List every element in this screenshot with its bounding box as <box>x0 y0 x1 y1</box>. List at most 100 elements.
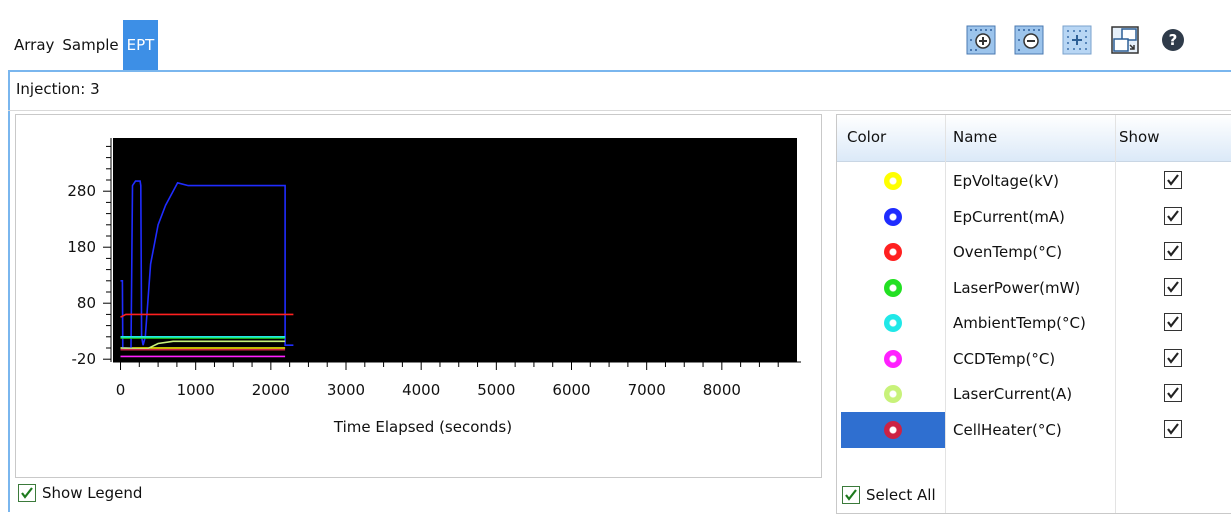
series-color-swatch <box>884 207 902 226</box>
legend-row[interactable]: CCDTemp(°C) <box>837 341 1231 377</box>
x-tick-label: 2000 <box>252 381 290 399</box>
check-icon <box>1167 245 1179 257</box>
series-color-swatch <box>884 349 902 368</box>
ept-chart: 0 1000 2000 3000 4000 5000 6000 7000 8000 -20 80 18… <box>67 138 801 436</box>
series-name: AmbientTemp(°C) <box>953 314 1086 332</box>
top-bar: Array Sample EPT ? <box>0 0 1231 70</box>
color-cell[interactable] <box>841 411 945 448</box>
color-cell[interactable] <box>841 376 945 412</box>
y-tick-label: 80 <box>77 294 96 312</box>
legend-panel: Color Name Show EpVoltage(kV) EpCurrent(m… <box>836 114 1231 514</box>
series-color-swatch <box>884 278 902 297</box>
select-all-label: Select All <box>866 486 936 504</box>
legend-row[interactable]: EpVoltage(kV) <box>837 163 1231 199</box>
legend-row[interactable]: LaserPower(mW) <box>837 270 1231 306</box>
x-axis-label: Time Elapsed (seconds) <box>333 418 512 436</box>
checkbox-box[interactable] <box>1164 242 1182 260</box>
check-icon <box>1167 209 1179 222</box>
color-cell[interactable] <box>841 305 945 341</box>
divider <box>8 110 1231 111</box>
legend-table-header: Color Name Show <box>837 115 1231 162</box>
help-button[interactable]: ? <box>1155 22 1191 58</box>
chart-panel: 0 1000 2000 3000 4000 5000 6000 7000 8000 -20 80 18… <box>15 114 822 478</box>
checkbox-box[interactable] <box>1164 313 1182 331</box>
legend-row[interactable]: AmbientTemp(°C) <box>837 305 1231 341</box>
checkbox-box[interactable] <box>1164 206 1182 225</box>
legend-row[interactable]: OvenTemp(°C) <box>837 234 1231 270</box>
series-show-checkbox[interactable] <box>1164 313 1182 331</box>
checkbox-box[interactable] <box>1164 384 1182 402</box>
plot-area <box>113 138 797 362</box>
tab-sample[interactable]: Sample <box>58 20 122 70</box>
series-name: LaserPower(mW) <box>953 278 1081 297</box>
series-show-checkbox[interactable] <box>1164 242 1182 260</box>
check-icon <box>1167 280 1179 293</box>
series-color-swatch <box>884 172 902 190</box>
fit-view-button[interactable] <box>1059 22 1095 58</box>
restore-window-button[interactable] <box>1107 22 1143 58</box>
x-tick-label: 6000 <box>552 381 590 399</box>
series-show-checkbox[interactable] <box>1164 277 1182 296</box>
series-name: CellHeater(°C) <box>953 420 1062 439</box>
zoom-out-button[interactable] <box>1011 22 1047 58</box>
help-icon: ? <box>1162 29 1184 51</box>
show-legend-label: Show Legend <box>42 484 143 502</box>
series-show-checkbox[interactable] <box>1164 384 1182 402</box>
series-show-checkbox[interactable] <box>1164 171 1182 189</box>
check-icon <box>1167 316 1179 328</box>
check-icon <box>1167 422 1179 435</box>
series-name: EpCurrent(mA) <box>953 207 1065 226</box>
checkbox-box[interactable] <box>1164 171 1182 189</box>
show-legend-checkbox[interactable] <box>18 484 36 502</box>
series-color-swatch <box>884 314 902 332</box>
legend-row[interactable]: CellHeater(°C) <box>837 411 1231 448</box>
check-icon <box>21 487 33 499</box>
checkbox-box[interactable] <box>1164 419 1182 438</box>
fit-view-icon <box>1062 25 1092 55</box>
series-name: EpVoltage(kV) <box>953 172 1059 190</box>
series-show-checkbox[interactable] <box>1164 419 1182 438</box>
color-column-header[interactable]: Color <box>847 128 886 146</box>
y-tick-label: 280 <box>67 182 96 200</box>
check-icon <box>1167 174 1179 186</box>
zoom-out-icon <box>1014 25 1044 55</box>
select-all-checkbox[interactable] <box>842 486 860 504</box>
color-cell[interactable] <box>841 341 945 377</box>
tab-ept[interactable]: EPT <box>122 20 159 70</box>
x-tick-label: 1000 <box>177 381 215 399</box>
toolbar: ? <box>963 20 1191 60</box>
x-tick-label: 4000 <box>402 381 440 399</box>
color-cell[interactable] <box>841 163 945 199</box>
name-column-header[interactable]: Name <box>953 128 997 146</box>
zoom-in-icon <box>966 25 996 55</box>
y-tick-label: 180 <box>67 238 96 256</box>
tab-array[interactable]: Array <box>10 20 58 70</box>
select-all-control[interactable]: Select All <box>842 486 936 504</box>
check-icon <box>1167 387 1179 399</box>
restore-window-icon <box>1111 26 1139 54</box>
series-show-checkbox[interactable] <box>1164 206 1182 225</box>
legend-row[interactable]: EpCurrent(mA) <box>837 199 1231 235</box>
y-tick-label: -20 <box>72 350 97 368</box>
legend-row[interactable]: LaserCurrent(A) <box>837 376 1231 412</box>
zoom-in-button[interactable] <box>963 22 999 58</box>
color-cell[interactable] <box>841 234 945 270</box>
x-tick-label: 7000 <box>628 381 666 399</box>
color-cell[interactable] <box>841 199 945 235</box>
series-name: OvenTemp(°C) <box>953 243 1063 261</box>
x-tick-label: 0 <box>116 381 126 399</box>
svg-text:?: ? <box>1169 31 1178 49</box>
injection-label: Injection: 3 <box>16 80 100 98</box>
x-tick-label: 3000 <box>327 381 365 399</box>
series-color-swatch <box>884 420 902 439</box>
x-tick-label: 8000 <box>703 381 741 399</box>
series-name: LaserCurrent(A) <box>953 385 1073 403</box>
show-column-header[interactable]: Show <box>1119 128 1159 146</box>
color-cell[interactable] <box>841 270 945 306</box>
checkbox-box[interactable] <box>1164 348 1182 367</box>
show-legend-control[interactable]: Show Legend <box>18 484 142 502</box>
series-color-swatch <box>884 243 902 261</box>
checkbox-box[interactable] <box>1164 277 1182 296</box>
series-color-swatch <box>884 385 902 403</box>
series-show-checkbox[interactable] <box>1164 348 1182 367</box>
